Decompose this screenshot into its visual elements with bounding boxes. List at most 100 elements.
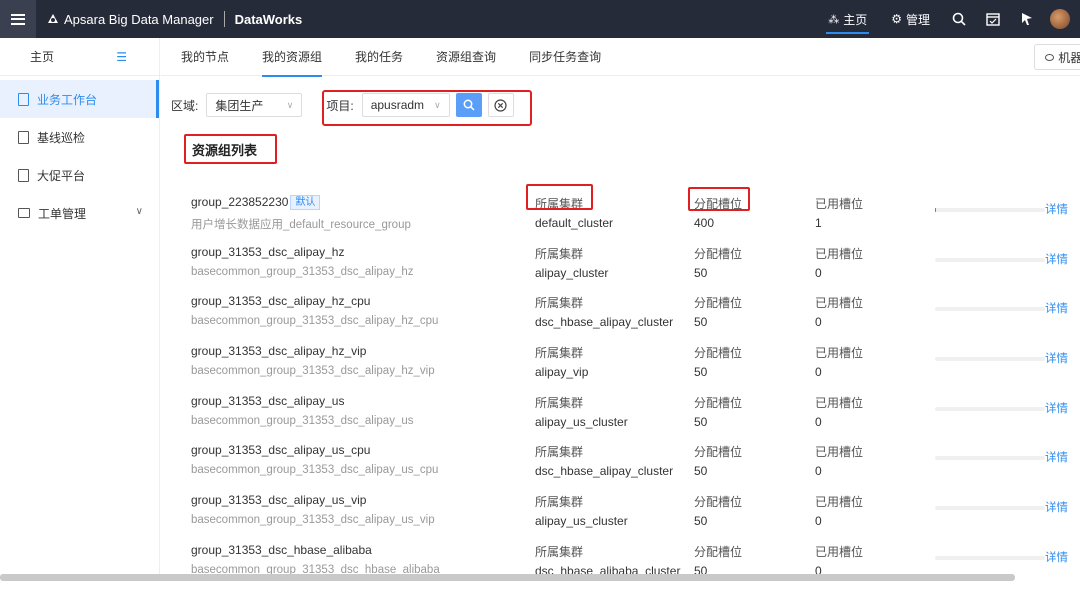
detail-link[interactable]: 详情	[1045, 400, 1068, 416]
group-name[interactable]: group_31353_dsc_alipay_hz_vip	[191, 344, 366, 358]
used-slots-value: 0	[815, 464, 822, 478]
resource-group-row: group_31353_dsc_alipay_hz_vip basecommon_…	[191, 340, 1080, 390]
resource-group-list-title: 资源组列表	[192, 140, 257, 159]
resource-group-row: group_31353_dsc_alipay_us_cpu basecommon_…	[191, 439, 1080, 489]
tab-sync-task-query[interactable]: 同步任务查询	[529, 38, 601, 76]
group-name[interactable]: group_31353_dsc_alipay_hz_cpu	[191, 294, 370, 308]
robot-button-label: 机器	[1058, 49, 1080, 66]
brand-name: Apsara Big Data Manager	[64, 12, 214, 27]
collapse-sidebar-icon[interactable]: ☰	[116, 50, 127, 64]
sitemap-icon: ⁂	[828, 13, 839, 26]
group-description: basecommon_group_31353_dsc_alipay_hz_vip	[191, 365, 435, 377]
detail-link[interactable]: 详情	[1045, 350, 1068, 366]
tab-my-nodes[interactable]: 我的节点	[181, 38, 229, 76]
product-name: DataWorks	[235, 12, 303, 27]
resource-group-row: group_31353_dsc_alipay_hz_cpubasecommon_…	[191, 290, 1080, 340]
group-name[interactable]: group_31353_dsc_alipay_hz	[191, 245, 344, 259]
allocated-slots-label: 分配槽位	[694, 344, 742, 361]
group-name-text: group_31353_dsc_alipay_hz_vip	[191, 344, 366, 358]
cluster-label-highlight-box	[526, 184, 593, 210]
region-select[interactable]: 集团生产 ∨	[206, 93, 302, 117]
allocated-slots-label: 分配槽位	[694, 245, 742, 262]
resource-group-row: group_223852230默认用户增长数据应用_default_resour…	[191, 191, 1080, 241]
allocated-slots-value: 50	[694, 514, 707, 528]
allocated-slots-value: 50	[694, 365, 707, 379]
allocated-slots-value: 400	[694, 216, 714, 230]
detail-link[interactable]: 详情	[1045, 300, 1068, 316]
allocated-slots-label: 分配槽位	[694, 543, 742, 560]
cluster-value: dsc_hbase_alipay_cluster	[535, 464, 673, 478]
sidebar-item-promotion[interactable]: 大促平台	[0, 156, 159, 194]
main-content: 我的节点 我的资源组 我的任务 资源组查询 同步任务查询 机器 区域: 集团生产…	[161, 38, 1080, 581]
list-title-highlight-box: 资源组列表	[184, 134, 277, 164]
group-name-text: group_223852230	[191, 195, 288, 209]
top-nav-home-label: 主页	[843, 11, 867, 28]
detail-link[interactable]: 详情	[1045, 499, 1068, 515]
project-highlight-box	[322, 90, 532, 126]
slot-usage-bar	[935, 407, 1045, 411]
cluster-label: 所属集群	[535, 344, 583, 361]
sidebar-header: 主页 ☰	[0, 38, 159, 76]
top-nav-manage[interactable]: ⚙ 管理	[879, 0, 942, 38]
detail-link[interactable]: 详情	[1045, 201, 1068, 217]
region-label: 区域:	[171, 97, 198, 114]
cluster-value: alipay_us_cluster	[535, 415, 628, 429]
detail-link[interactable]: 详情	[1045, 251, 1068, 267]
used-slots-value: 1	[815, 216, 822, 230]
group-name[interactable]: group_223852230默认	[191, 195, 320, 210]
top-nav-home[interactable]: ⁂ 主页	[816, 0, 879, 38]
group-description: 用户增长数据应用_default_resource_group	[191, 216, 411, 232]
hamburger-menu-button[interactable]	[0, 0, 36, 38]
gear-icon: ⚙	[891, 12, 902, 26]
allocated-slots-value: 50	[694, 415, 707, 429]
group-name-text: group_31353_dsc_hbase_alibaba	[191, 543, 372, 557]
brand[interactable]: Apsara Big Data Manager DataWorks	[46, 11, 302, 27]
sidebar-item-baseline[interactable]: 基线巡检	[0, 118, 159, 156]
slot-usage-bar	[935, 456, 1045, 460]
used-slots-label: 已用槽位	[815, 344, 863, 361]
horizontal-scrollbar[interactable]	[0, 574, 1015, 581]
group-name[interactable]: group_31353_dsc_alipay_us_cpu	[191, 443, 370, 457]
detail-link[interactable]: 详情	[1045, 549, 1068, 565]
slot-usage-bar	[935, 556, 1045, 560]
sidebar-item-ticket[interactable]: 工单管理 ∨	[0, 194, 159, 232]
user-avatar[interactable]	[1050, 9, 1070, 29]
used-slots-label: 已用槽位	[815, 195, 863, 212]
allocated-slots-label: 分配槽位	[694, 443, 742, 460]
robot-button[interactable]: 机器	[1034, 44, 1080, 70]
tab-my-resource-groups[interactable]: 我的资源组	[262, 38, 322, 76]
allocated-slots-value: 50	[694, 315, 707, 329]
allocated-slots-label: 分配槽位	[694, 493, 742, 510]
document-icon	[18, 93, 29, 106]
detail-link[interactable]: 详情	[1045, 449, 1068, 465]
tab-bar: 我的节点 我的资源组 我的任务 资源组查询 同步任务查询 机器	[161, 38, 1080, 76]
allocated-slots-value: 50	[694, 464, 707, 478]
resource-group-list: group_223852230默认用户增长数据应用_default_resour…	[191, 191, 1080, 589]
cluster-label: 所属集群	[535, 294, 583, 311]
group-name[interactable]: group_31353_dsc_alipay_us_vip	[191, 493, 366, 507]
allocated-slots-label: 分配槽位	[694, 294, 742, 311]
group-description: basecommon_group_31353_dsc_alipay_us	[191, 415, 414, 427]
search-button[interactable]	[942, 0, 976, 38]
group-description: basecommon_group_31353_dsc_alipay_us_vip	[191, 514, 435, 526]
allocated-label-highlight-box	[688, 187, 750, 211]
cluster-label: 所属集群	[535, 543, 583, 560]
resource-group-row: group_31353_dsc_alipay_us basecommon_grou…	[191, 390, 1080, 440]
document-icon	[18, 169, 29, 182]
cluster-label: 所属集群	[535, 394, 583, 411]
sidebar-item-workbench[interactable]: 业务工作台	[0, 80, 159, 118]
group-description: basecommon_group_31353_dsc_alipay_us_cpu	[191, 464, 438, 476]
used-slots-value: 0	[815, 415, 822, 429]
default-badge: 默认	[290, 195, 320, 210]
slot-usage-bar	[935, 506, 1045, 510]
group-name[interactable]: group_31353_dsc_alipay_us	[191, 394, 344, 408]
resource-group-row: group_31353_dsc_hbase_alibababasecommon_…	[191, 539, 1080, 589]
tab-resource-group-query[interactable]: 资源组查询	[436, 38, 496, 76]
tab-my-tasks[interactable]: 我的任务	[355, 38, 403, 76]
group-name[interactable]: group_31353_dsc_hbase_alibaba	[191, 543, 372, 557]
pointer-button[interactable]	[1010, 0, 1044, 38]
cluster-value: alipay_us_cluster	[535, 514, 628, 528]
calendar-button[interactable]	[976, 0, 1010, 38]
cluster-label: 所属集群	[535, 493, 583, 510]
brand-divider	[224, 11, 225, 27]
